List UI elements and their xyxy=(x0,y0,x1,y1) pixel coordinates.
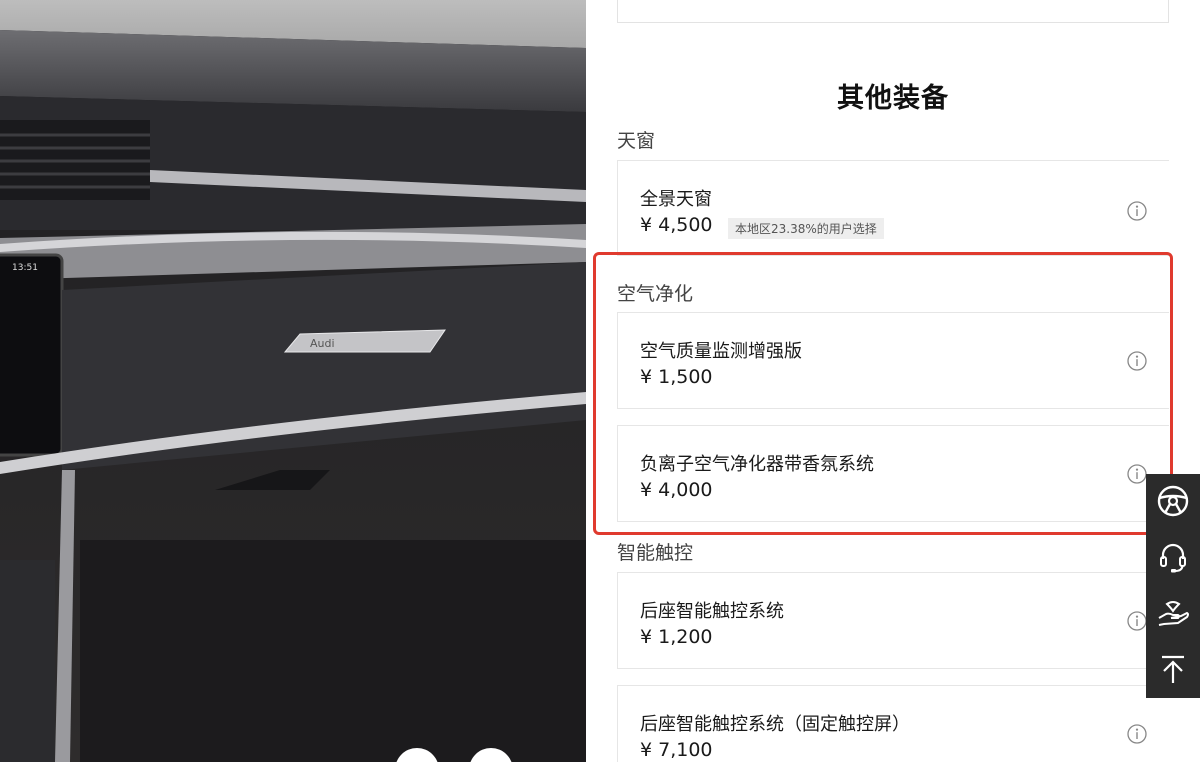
info-icon[interactable] xyxy=(1127,201,1147,221)
info-icon[interactable] xyxy=(1127,611,1147,631)
group-label-sunroof: 天窗 xyxy=(617,130,656,152)
back-to-top-icon xyxy=(1162,655,1184,683)
care-service-button[interactable] xyxy=(1146,586,1200,640)
popularity-badge: 本地区23.38%的用户选择 xyxy=(728,218,884,239)
carousel-dot[interactable] xyxy=(395,748,439,762)
option-price: ¥ 7,100 xyxy=(640,739,713,761)
headset-icon xyxy=(1160,543,1186,573)
option-name: 后座智能触控系统（固定触控屏） xyxy=(640,714,910,735)
info-icon[interactable] xyxy=(1127,464,1147,484)
info-icon[interactable] xyxy=(1127,351,1147,371)
steering-wheel-icon xyxy=(1157,485,1189,517)
option-card-air-quality-monitor[interactable]: 空气质量监测增强版 ¥ 1,500 xyxy=(617,312,1169,409)
group-label-smart-touch: 智能触控 xyxy=(617,542,694,564)
options-panel: 其他装备 天窗 全景天窗 ¥ 4,500 本地区23.38%的用户选择 空气净化… xyxy=(586,0,1200,762)
info-icon[interactable] xyxy=(1127,724,1147,744)
carousel-dot[interactable] xyxy=(469,748,513,762)
section-title: 其他装备 xyxy=(837,83,949,114)
customer-service-button[interactable] xyxy=(1146,530,1200,584)
clock-text: 13:51 xyxy=(12,263,38,273)
option-price: ¥ 4,000 xyxy=(640,479,713,501)
option-name: 负离子空气净化器带香氛系统 xyxy=(640,454,874,475)
car-interior-illustration: 13:51 Audi xyxy=(0,0,586,762)
option-card-panoramic-sunroof[interactable]: 全景天窗 ¥ 4,500 本地区23.38%的用户选择 xyxy=(617,160,1169,256)
option-name: 空气质量监测增强版 xyxy=(640,341,802,362)
option-price: ¥ 1,500 xyxy=(640,366,713,388)
option-price: ¥ 1,200 xyxy=(640,626,713,648)
option-card-rear-touch-fixed-screen[interactable]: 后座智能触控系统（固定触控屏） ¥ 7,100 xyxy=(617,685,1169,762)
back-to-top-button[interactable] xyxy=(1146,642,1200,696)
group-label-air-purification: 空气净化 xyxy=(617,283,694,305)
carousel-dots xyxy=(395,748,513,762)
brand-badge: Audi xyxy=(310,337,335,350)
hand-heart-icon xyxy=(1158,601,1189,626)
previous-card-edge xyxy=(617,0,1169,23)
hero-image: 13:51 Audi xyxy=(0,0,586,762)
option-name: 全景天窗 xyxy=(640,189,712,210)
option-name: 后座智能触控系统 xyxy=(640,601,784,622)
floating-toolbar xyxy=(1146,474,1200,698)
option-price: ¥ 4,500 xyxy=(640,214,713,236)
option-card-ionizer-fragrance[interactable]: 负离子空气净化器带香氛系统 ¥ 4,000 xyxy=(617,425,1169,522)
option-card-rear-touch-system[interactable]: 后座智能触控系统 ¥ 1,200 xyxy=(617,572,1169,669)
test-drive-button[interactable] xyxy=(1146,474,1200,528)
